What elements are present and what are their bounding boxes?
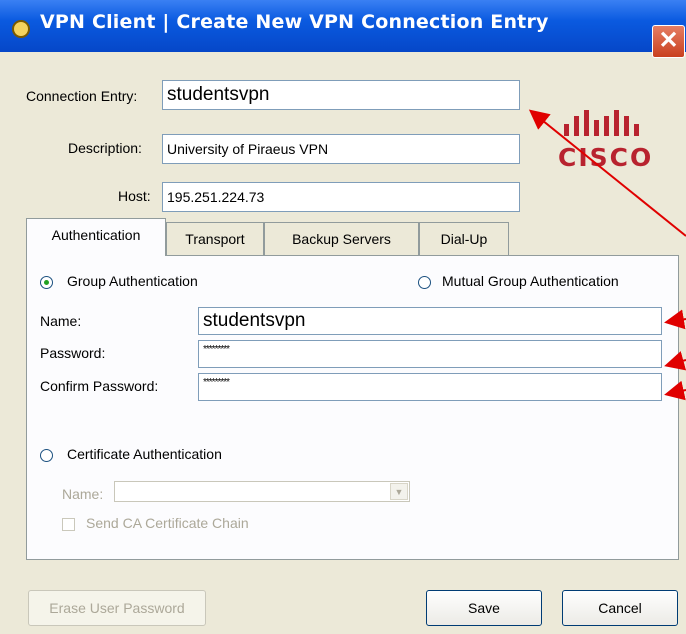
connection-entry-label: Connection Entry: — [26, 88, 138, 104]
close-icon: ✕ — [658, 27, 679, 54]
host-input[interactable]: 195.251.224.73 — [162, 182, 520, 212]
connection-entry-input[interactable]: studentsvpn — [162, 80, 520, 110]
window-title: VPN Client | Create New VPN Connection E… — [40, 11, 549, 33]
send-ca-checkbox[interactable] — [62, 518, 75, 531]
tab-authentication[interactable]: Authentication — [26, 218, 166, 256]
description-input[interactable]: University of Piraeus VPN — [162, 134, 520, 164]
certificate-auth-label: Certificate Authentication — [67, 446, 222, 462]
vpn-lock-icon — [12, 20, 30, 38]
dialog-window: VPN Client | Create New VPN Connection E… — [0, 0, 686, 634]
erase-password-button[interactable]: Erase User Password — [28, 590, 206, 626]
cisco-logo: CISCO — [552, 110, 662, 178]
certificate-name-label: Name: — [62, 486, 104, 502]
chevron-down-icon: ▼ — [390, 483, 408, 500]
group-name-input[interactable]: studentsvpn — [198, 307, 662, 335]
tab-transport[interactable]: Transport — [166, 222, 264, 255]
cisco-wordmark: CISCO — [558, 143, 654, 172]
mutual-auth-label: Mutual Group Authentication — [442, 273, 619, 289]
certificate-auth-radio[interactable] — [40, 449, 53, 462]
mutual-auth-radio[interactable] — [418, 276, 431, 289]
description-label: Description: — [68, 140, 142, 156]
save-button[interactable]: Save — [426, 590, 542, 626]
tab-backup-servers[interactable]: Backup Servers — [264, 222, 419, 255]
confirm-password-input[interactable]: ********* — [198, 373, 662, 401]
title-bar[interactable]: VPN Client | Create New VPN Connection E… — [0, 0, 686, 58]
group-auth-radio[interactable] — [40, 276, 53, 289]
password-input[interactable]: ********* — [198, 340, 662, 368]
tab-dial-up[interactable]: Dial-Up — [419, 222, 509, 255]
confirm-password-label: Confirm Password: — [40, 378, 159, 394]
cisco-bars-icon — [564, 110, 639, 136]
certificate-name-select[interactable]: ▼ — [114, 481, 410, 502]
host-label: Host: — [118, 188, 151, 204]
cancel-button[interactable]: Cancel — [562, 590, 678, 626]
group-auth-label: Group Authentication — [67, 273, 198, 289]
group-name-label: Name: — [40, 313, 82, 329]
send-ca-label: Send CA Certificate Chain — [86, 515, 249, 531]
password-label: Password: — [40, 345, 106, 361]
close-button[interactable]: ✕ — [652, 25, 685, 58]
